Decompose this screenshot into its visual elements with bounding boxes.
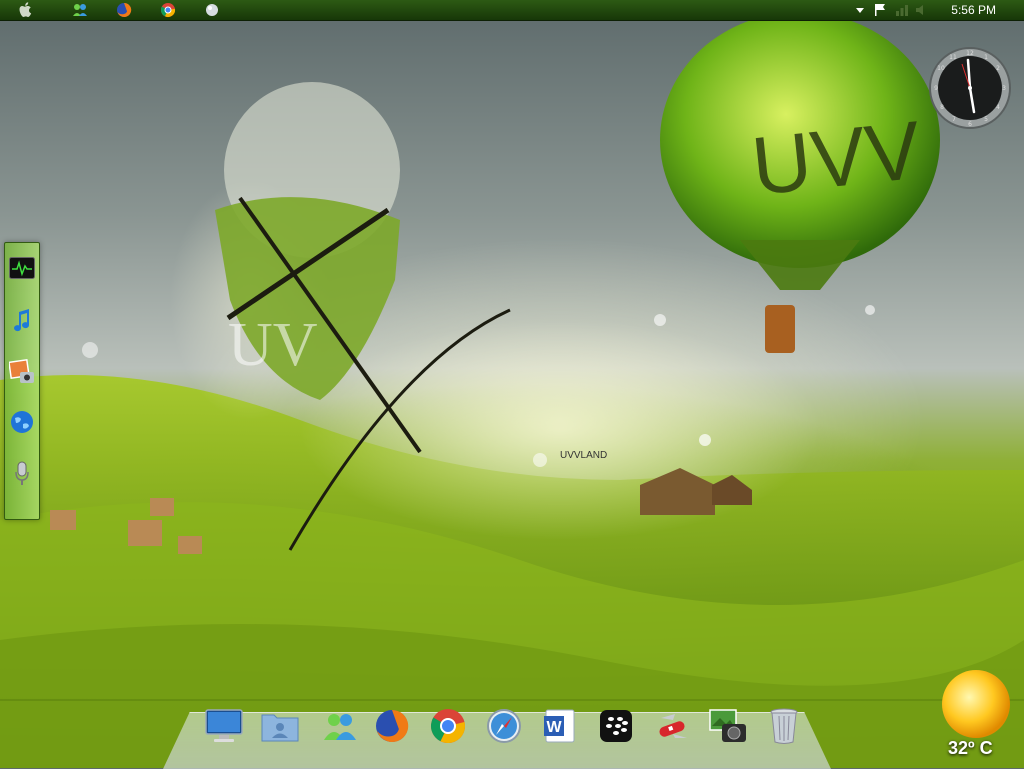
user-folder-icon[interactable] (260, 706, 300, 746)
activity-monitor-icon[interactable] (9, 255, 35, 281)
wallpaper: UV UVV UVVLAND (0, 12, 1024, 768)
svg-text:3: 3 (1002, 85, 1006, 92)
photo-camera-icon[interactable] (708, 706, 748, 746)
svg-text:8: 8 (940, 104, 944, 111)
globe-icon[interactable] (204, 2, 220, 18)
itunes-icon[interactable] (9, 307, 35, 333)
svg-text:6: 6 (968, 121, 972, 128)
chrome-icon[interactable] (160, 2, 176, 18)
monitor-icon[interactable] (204, 706, 244, 746)
microphone-icon[interactable] (9, 461, 35, 487)
messenger-dock-icon[interactable] (320, 706, 360, 746)
left-dock (4, 242, 40, 520)
svg-text:11: 11 (949, 54, 957, 61)
menubar-clock[interactable]: 5:56 PM (951, 3, 996, 17)
svg-text:9: 9 (934, 85, 938, 92)
svg-text:4: 4 (996, 104, 1000, 111)
svg-text:10: 10 (937, 65, 945, 72)
swiss-knife-icon[interactable] (652, 706, 692, 746)
svg-text:7: 7 (952, 116, 956, 123)
iphoto-icon[interactable] (9, 359, 35, 385)
analog-clock-widget[interactable]: 12 1 2 3 4567 8 9 10 11 (928, 46, 1012, 130)
word-icon[interactable]: W (540, 706, 580, 746)
network-icon[interactable] (894, 2, 910, 18)
svg-text:2: 2 (996, 65, 1000, 72)
svg-text:5: 5 (984, 116, 988, 123)
svg-text:UVV: UVV (748, 105, 925, 213)
safari-icon[interactable] (484, 706, 524, 746)
svg-text:12: 12 (966, 50, 974, 57)
flag-icon[interactable] (872, 2, 888, 18)
apple-icon[interactable] (18, 2, 34, 18)
trash-icon[interactable] (764, 706, 804, 746)
firefox-icon[interactable] (116, 2, 132, 18)
blackberry-icon[interactable] (596, 706, 636, 746)
svg-text:UVVLAND: UVVLAND (560, 450, 607, 461)
volume-icon[interactable] (914, 2, 930, 18)
svg-text:1: 1 (984, 54, 988, 61)
svg-text:UV: UV (228, 311, 318, 379)
weather-temperature[interactable]: 32º C (948, 738, 993, 759)
dropdown-arrow-icon[interactable] (852, 2, 868, 18)
messenger-icon[interactable] (72, 2, 88, 18)
top-menubar: 5:56 PM (0, 0, 1024, 21)
firefox-dock-icon[interactable] (372, 706, 412, 746)
chrome-dock-icon[interactable] (428, 706, 468, 746)
svg-text:W: W (546, 719, 562, 736)
safari-globe-icon[interactable] (9, 409, 35, 435)
